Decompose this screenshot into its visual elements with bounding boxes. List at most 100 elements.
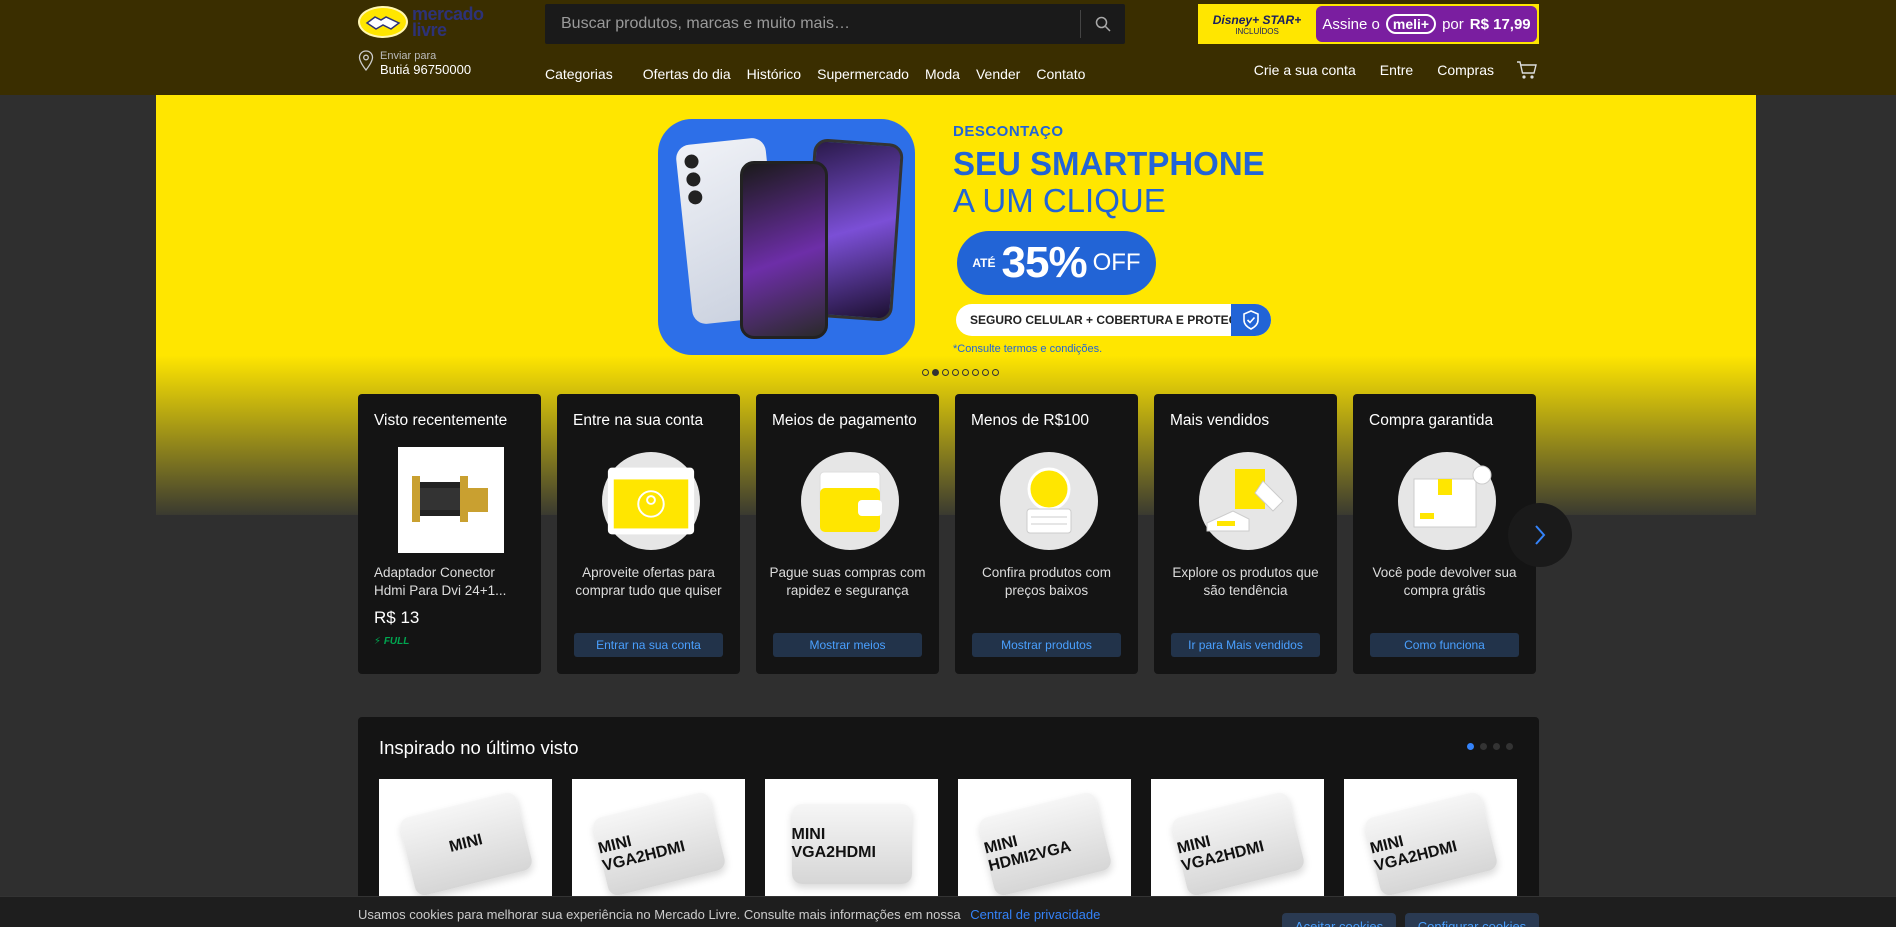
smartphones-image	[658, 119, 915, 355]
camera-lens	[687, 189, 703, 206]
nav-supermercado[interactable]: Supermercado	[817, 66, 909, 82]
cart-icon[interactable]	[1516, 60, 1538, 80]
product-card[interactable]: MINI VGA2HDMI	[1151, 779, 1324, 909]
create-account-link[interactable]: Crie a sua conta	[1254, 62, 1356, 78]
mercado-livre-logo[interactable]: mercado livre	[358, 5, 498, 40]
card-description: Explore os produtos que são tendência	[1172, 565, 1319, 598]
card-title: Meios de pagamento	[772, 412, 917, 429]
section-title: Inspirado no último visto	[379, 737, 579, 758]
camera-lens	[685, 171, 702, 188]
product-card[interactable]: MINI VGA2HDMI	[1344, 779, 1517, 909]
cookie-text: Usamos cookies para melhorar sua experiê…	[358, 907, 1100, 922]
handshake-icon	[358, 6, 408, 38]
trending-products-icon	[1199, 452, 1297, 550]
product-card[interactable]: MINI VGA2HDMI	[765, 779, 938, 909]
carousel-dot[interactable]	[952, 369, 959, 376]
carousel-dot[interactable]	[992, 369, 999, 376]
nav-categorias[interactable]: Categorias	[545, 66, 613, 82]
chevron-right-icon	[1535, 525, 1546, 545]
hdmi-dvi-adapter-image[interactable]	[398, 447, 504, 553]
product-label: MINI VGA2HDMI	[1367, 832, 1459, 876]
show-products-button[interactable]: Mostrar produtos	[972, 633, 1121, 657]
carousel-dot[interactable]	[942, 369, 949, 376]
shield-icon	[1231, 304, 1271, 336]
account-icon	[602, 452, 700, 550]
privacy-center-link[interactable]: Central de privacidade	[970, 907, 1100, 922]
carousel-dot[interactable]	[1506, 743, 1513, 750]
disney-star-text: Disney+ STAR+	[1212, 12, 1302, 27]
discount-ate: ATÉ	[972, 256, 996, 270]
camera-lens	[683, 153, 700, 170]
carousel-dot[interactable]	[932, 369, 939, 376]
best-sellers-button[interactable]: Ir para Mais vendidos	[1171, 633, 1320, 657]
banner-title: SEU SMARTPHONE	[953, 145, 1265, 182]
how-it-works-button[interactable]: Como funciona	[1370, 633, 1519, 657]
banner-subtitle: A UM CLIQUE	[953, 182, 1166, 219]
search-input[interactable]	[545, 4, 1080, 44]
product-image: MINI VGA2HDMI	[1169, 790, 1306, 898]
header: mercado livre Disney+ STAR+ INCLUÍDOS As…	[0, 0, 1896, 95]
nav-historico[interactable]: Histórico	[747, 66, 801, 82]
login-card[interactable]: Entre na sua conta Aproveite ofertas par…	[557, 394, 740, 674]
wallet-icon	[801, 452, 899, 550]
login-link[interactable]: Entre	[1380, 62, 1413, 78]
product-carousel: MINI MINI VGA2HDMI MINI VGA2HDMI MINI HD…	[379, 779, 1517, 909]
product-card[interactable]: MINI VGA2HDMI	[572, 779, 745, 909]
disney-promo-banner[interactable]: Disney+ STAR+ INCLUÍDOS Assine o meli+ p…	[1198, 4, 1539, 44]
purchases-link[interactable]: Compras	[1437, 62, 1494, 78]
accept-cookies-button[interactable]: Aceitar cookies	[1282, 913, 1396, 927]
cookie-message: Usamos cookies para melhorar sua experiê…	[358, 907, 961, 922]
card-title: Menos de R$100	[971, 412, 1090, 429]
ship-to-location[interactable]: Enviar para Butiá 96750000	[358, 50, 471, 77]
product-image: MINI HDMI2VGA	[976, 790, 1113, 898]
discount-percent: 35%	[1001, 238, 1088, 287]
cookie-banner: Usamos cookies para melhorar sua experiê…	[0, 896, 1896, 927]
cards-next-button[interactable]	[1508, 503, 1572, 567]
assine-text: Assine o	[1322, 15, 1380, 33]
full-badge-text: FULL	[383, 636, 410, 647]
carousel-dot[interactable]	[1493, 743, 1500, 750]
product-card[interactable]: MINI	[379, 779, 552, 909]
nav-ofertas[interactable]: Ofertas do dia	[643, 66, 731, 82]
recently-viewed-card[interactable]: Visto recentemente Adaptador Conector Hd…	[358, 394, 541, 674]
meli-plus-subscribe[interactable]: Assine o meli+ por R$ 17,99	[1316, 6, 1537, 42]
nav-contato[interactable]: Contato	[1036, 66, 1085, 82]
carousel-dot[interactable]	[1480, 743, 1487, 750]
return-box-icon	[1398, 452, 1496, 550]
under-100-card[interactable]: Menos de R$100 Confira produtos com preç…	[955, 394, 1138, 674]
product-label: MINI	[446, 831, 484, 856]
card-description: Confira produtos com preços baixos	[981, 565, 1112, 598]
carousel-dot[interactable]	[922, 369, 929, 376]
show-payment-button[interactable]: Mostrar meios	[773, 633, 922, 657]
nav-vender[interactable]: Vender	[976, 66, 1020, 82]
product-label: MINI VGA2HDMI	[1174, 832, 1266, 876]
card-description: Você pode devolver sua compra grátis	[1372, 565, 1517, 598]
logo-word-2: livre	[412, 20, 447, 40]
discount-pill: ATÉ 35% OFF	[957, 231, 1156, 295]
configure-cookies-button[interactable]: Configurar cookies	[1405, 913, 1539, 927]
product-image: MINI	[397, 790, 534, 898]
product-price: R$ 13	[374, 608, 420, 627]
best-sellers-card[interactable]: Mais vendidos Explore os produtos que sã…	[1154, 394, 1337, 674]
carousel-dot[interactable]	[972, 369, 979, 376]
search-bar	[545, 4, 1125, 44]
card-title: Mais vendidos	[1170, 412, 1270, 429]
product-image: MINI VGA2HDMI	[791, 804, 912, 884]
cheap-products-icon	[1000, 452, 1098, 550]
payment-methods-card[interactable]: Meios de pagamento Pague suas compras co…	[756, 394, 939, 674]
product-card[interactable]: MINI HDMI2VGA	[958, 779, 1131, 909]
carousel-dot[interactable]	[1467, 743, 1474, 750]
shortcut-cards: Visto recentemente Adaptador Conector Hd…	[358, 394, 1536, 674]
carousel-dot[interactable]	[982, 369, 989, 376]
carousel-dot[interactable]	[962, 369, 969, 376]
nav-moda[interactable]: Moda	[925, 66, 960, 82]
login-button[interactable]: Entrar na sua conta	[574, 633, 723, 657]
search-icon	[1095, 16, 1111, 32]
discount-off: OFF	[1092, 249, 1141, 276]
search-button[interactable]	[1081, 4, 1125, 44]
product-label: MINI VGA2HDMI	[791, 826, 876, 861]
card-title: Entre na sua conta	[573, 412, 704, 429]
product-name[interactable]: Adaptador Conector Hdmi Para Dvi 24+1...	[374, 564, 524, 600]
ship-city: Butiá 96750000	[380, 62, 472, 77]
full-shipping-badge: ⚡ FULL	[374, 636, 410, 647]
